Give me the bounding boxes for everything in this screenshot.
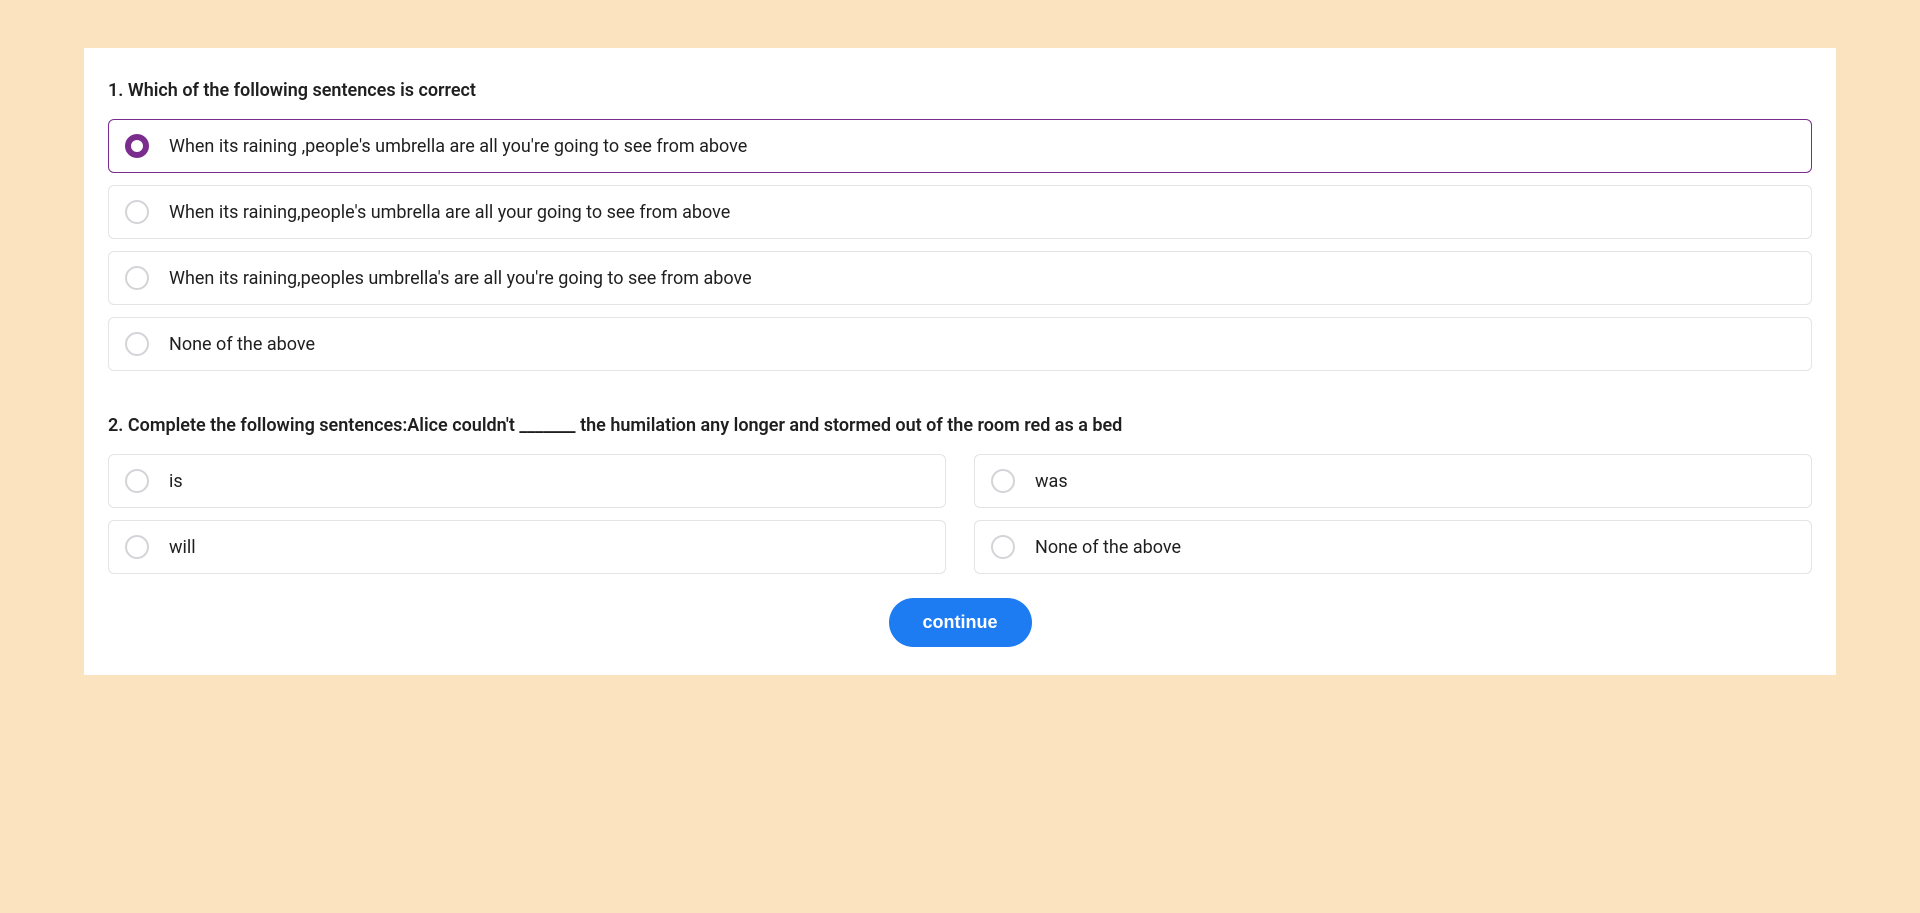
question-1-title: 1. Which of the following sentences is c… bbox=[108, 80, 1812, 101]
option-label: is bbox=[169, 471, 183, 492]
question-2-number: 2. bbox=[108, 415, 123, 436]
q1-option-0[interactable]: When its raining ,people's umbrella are … bbox=[108, 119, 1812, 173]
q1-option-2[interactable]: When its raining,peoples umbrella's are … bbox=[108, 251, 1812, 305]
radio-icon bbox=[991, 535, 1015, 559]
question-1: 1. Which of the following sentences is c… bbox=[108, 80, 1812, 371]
question-2-text: Complete the following sentences:Alice c… bbox=[128, 415, 1122, 436]
q1-option-3[interactable]: None of the above bbox=[108, 317, 1812, 371]
option-label: was bbox=[1035, 471, 1068, 492]
question-2-options: is was will None of the above bbox=[108, 454, 1812, 574]
option-label: will bbox=[169, 537, 196, 558]
question-1-text: Which of the following sentences is corr… bbox=[128, 80, 476, 101]
question-1-options: When its raining ,people's umbrella are … bbox=[108, 119, 1812, 371]
option-label: When its raining ,people's umbrella are … bbox=[169, 136, 747, 157]
question-2-title: 2. Complete the following sentences:Alic… bbox=[108, 415, 1812, 436]
option-label: When its raining,people's umbrella are a… bbox=[169, 202, 730, 223]
continue-button[interactable]: continue bbox=[889, 598, 1032, 647]
radio-icon bbox=[125, 266, 149, 290]
radio-icon bbox=[125, 535, 149, 559]
radio-icon bbox=[125, 200, 149, 224]
q2-option-1[interactable]: was bbox=[974, 454, 1812, 508]
question-2: 2. Complete the following sentences:Alic… bbox=[108, 415, 1812, 574]
radio-icon bbox=[991, 469, 1015, 493]
option-label: When its raining,peoples umbrella's are … bbox=[169, 268, 752, 289]
question-1-number: 1. bbox=[108, 80, 123, 101]
q2-option-2[interactable]: will bbox=[108, 520, 946, 574]
radio-icon bbox=[125, 332, 149, 356]
q2-option-0[interactable]: is bbox=[108, 454, 946, 508]
radio-icon bbox=[125, 134, 149, 158]
q2-option-3[interactable]: None of the above bbox=[974, 520, 1812, 574]
quiz-card: 1. Which of the following sentences is c… bbox=[84, 48, 1836, 675]
continue-wrap: continue bbox=[108, 598, 1812, 647]
option-label: None of the above bbox=[169, 334, 315, 355]
q1-option-1[interactable]: When its raining,people's umbrella are a… bbox=[108, 185, 1812, 239]
radio-icon bbox=[125, 469, 149, 493]
option-label: None of the above bbox=[1035, 537, 1181, 558]
